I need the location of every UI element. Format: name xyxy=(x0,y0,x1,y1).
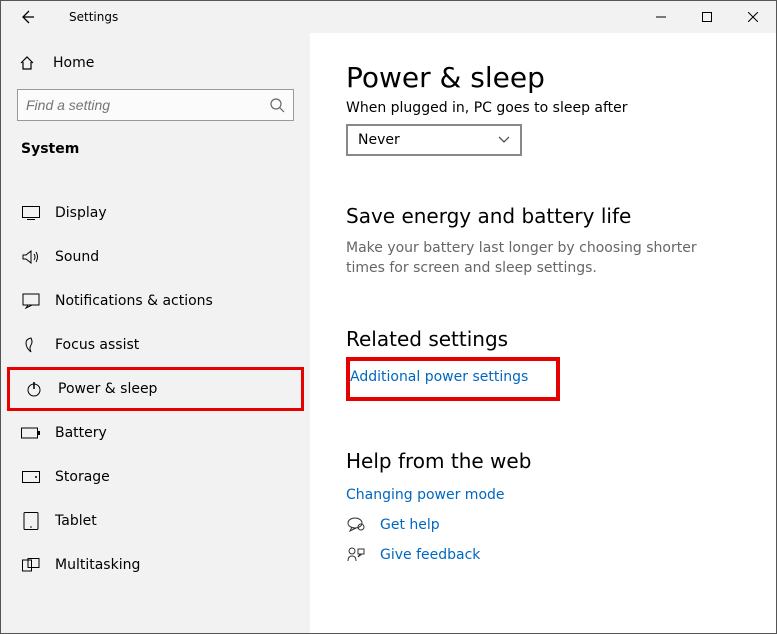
sleep-label: When plugged in, PC goes to sleep after xyxy=(346,100,744,116)
storage-icon xyxy=(21,471,41,483)
nav-label: Focus assist xyxy=(55,337,139,353)
back-button[interactable] xyxy=(19,9,47,25)
chat-icon xyxy=(346,517,366,533)
sidebar: Home System Display Sound Notifications … xyxy=(1,33,310,633)
minimize-button[interactable] xyxy=(638,1,684,33)
nav-item-battery[interactable]: Battery xyxy=(7,411,304,455)
help-heading: Help from the web xyxy=(346,449,744,473)
notifications-icon xyxy=(21,293,41,309)
sleep-dropdown[interactable]: Never xyxy=(346,124,522,156)
power-icon xyxy=(24,381,44,397)
get-help-row[interactable]: Get help xyxy=(346,517,744,533)
energy-heading: Save energy and battery life xyxy=(346,204,744,228)
nav-list: Display Sound Notifications & actions Fo… xyxy=(7,191,304,587)
tablet-icon xyxy=(21,512,41,530)
window-title: Settings xyxy=(47,10,638,24)
sleep-value: Never xyxy=(358,132,400,148)
focus-icon xyxy=(21,337,41,353)
nav-label: Sound xyxy=(55,249,99,265)
nav-item-notifications[interactable]: Notifications & actions xyxy=(7,279,304,323)
additional-power-link[interactable]: Additional power settings xyxy=(350,369,528,385)
search-input[interactable] xyxy=(17,89,294,121)
help-link[interactable]: Changing power mode xyxy=(346,487,744,503)
nav-label: Battery xyxy=(55,425,107,441)
main-panel: Power & sleep When plugged in, PC goes t… xyxy=(310,33,776,633)
nav-label: Notifications & actions xyxy=(55,293,213,309)
nav-item-power-sleep[interactable]: Power & sleep xyxy=(7,367,304,411)
related-heading: Related settings xyxy=(346,327,744,351)
display-icon xyxy=(21,206,41,220)
page-title: Power & sleep xyxy=(346,61,744,94)
multitasking-icon xyxy=(21,558,41,572)
home-button[interactable]: Home xyxy=(7,45,304,81)
section-label: System xyxy=(7,135,304,177)
related-link-highlight: Additional power settings xyxy=(346,357,560,401)
nav-item-display[interactable]: Display xyxy=(7,191,304,235)
window-controls xyxy=(638,1,776,33)
search-field[interactable] xyxy=(26,97,269,113)
nav-label: Tablet xyxy=(55,513,97,529)
nav-label: Multitasking xyxy=(55,557,140,573)
feedback-link[interactable]: Give feedback xyxy=(380,547,480,563)
home-label: Home xyxy=(53,55,94,71)
nav-item-storage[interactable]: Storage xyxy=(7,455,304,499)
search-icon xyxy=(269,97,285,113)
home-icon xyxy=(19,55,35,71)
titlebar: Settings xyxy=(1,1,776,33)
chevron-down-icon xyxy=(498,136,510,144)
nav-label: Power & sleep xyxy=(58,381,157,397)
nav-label: Display xyxy=(55,205,107,221)
close-button[interactable] xyxy=(730,1,776,33)
battery-icon xyxy=(21,427,41,439)
nav-item-sound[interactable]: Sound xyxy=(7,235,304,279)
nav-item-tablet[interactable]: Tablet xyxy=(7,499,304,543)
sound-icon xyxy=(21,249,41,265)
nav-item-multitasking[interactable]: Multitasking xyxy=(7,543,304,587)
nav-label: Storage xyxy=(55,469,110,485)
nav-item-focus[interactable]: Focus assist xyxy=(7,323,304,367)
energy-desc: Make your battery last longer by choosin… xyxy=(346,238,726,279)
feedback-icon xyxy=(346,547,366,563)
get-help-link[interactable]: Get help xyxy=(380,517,440,533)
feedback-row[interactable]: Give feedback xyxy=(346,547,744,563)
maximize-button[interactable] xyxy=(684,1,730,33)
